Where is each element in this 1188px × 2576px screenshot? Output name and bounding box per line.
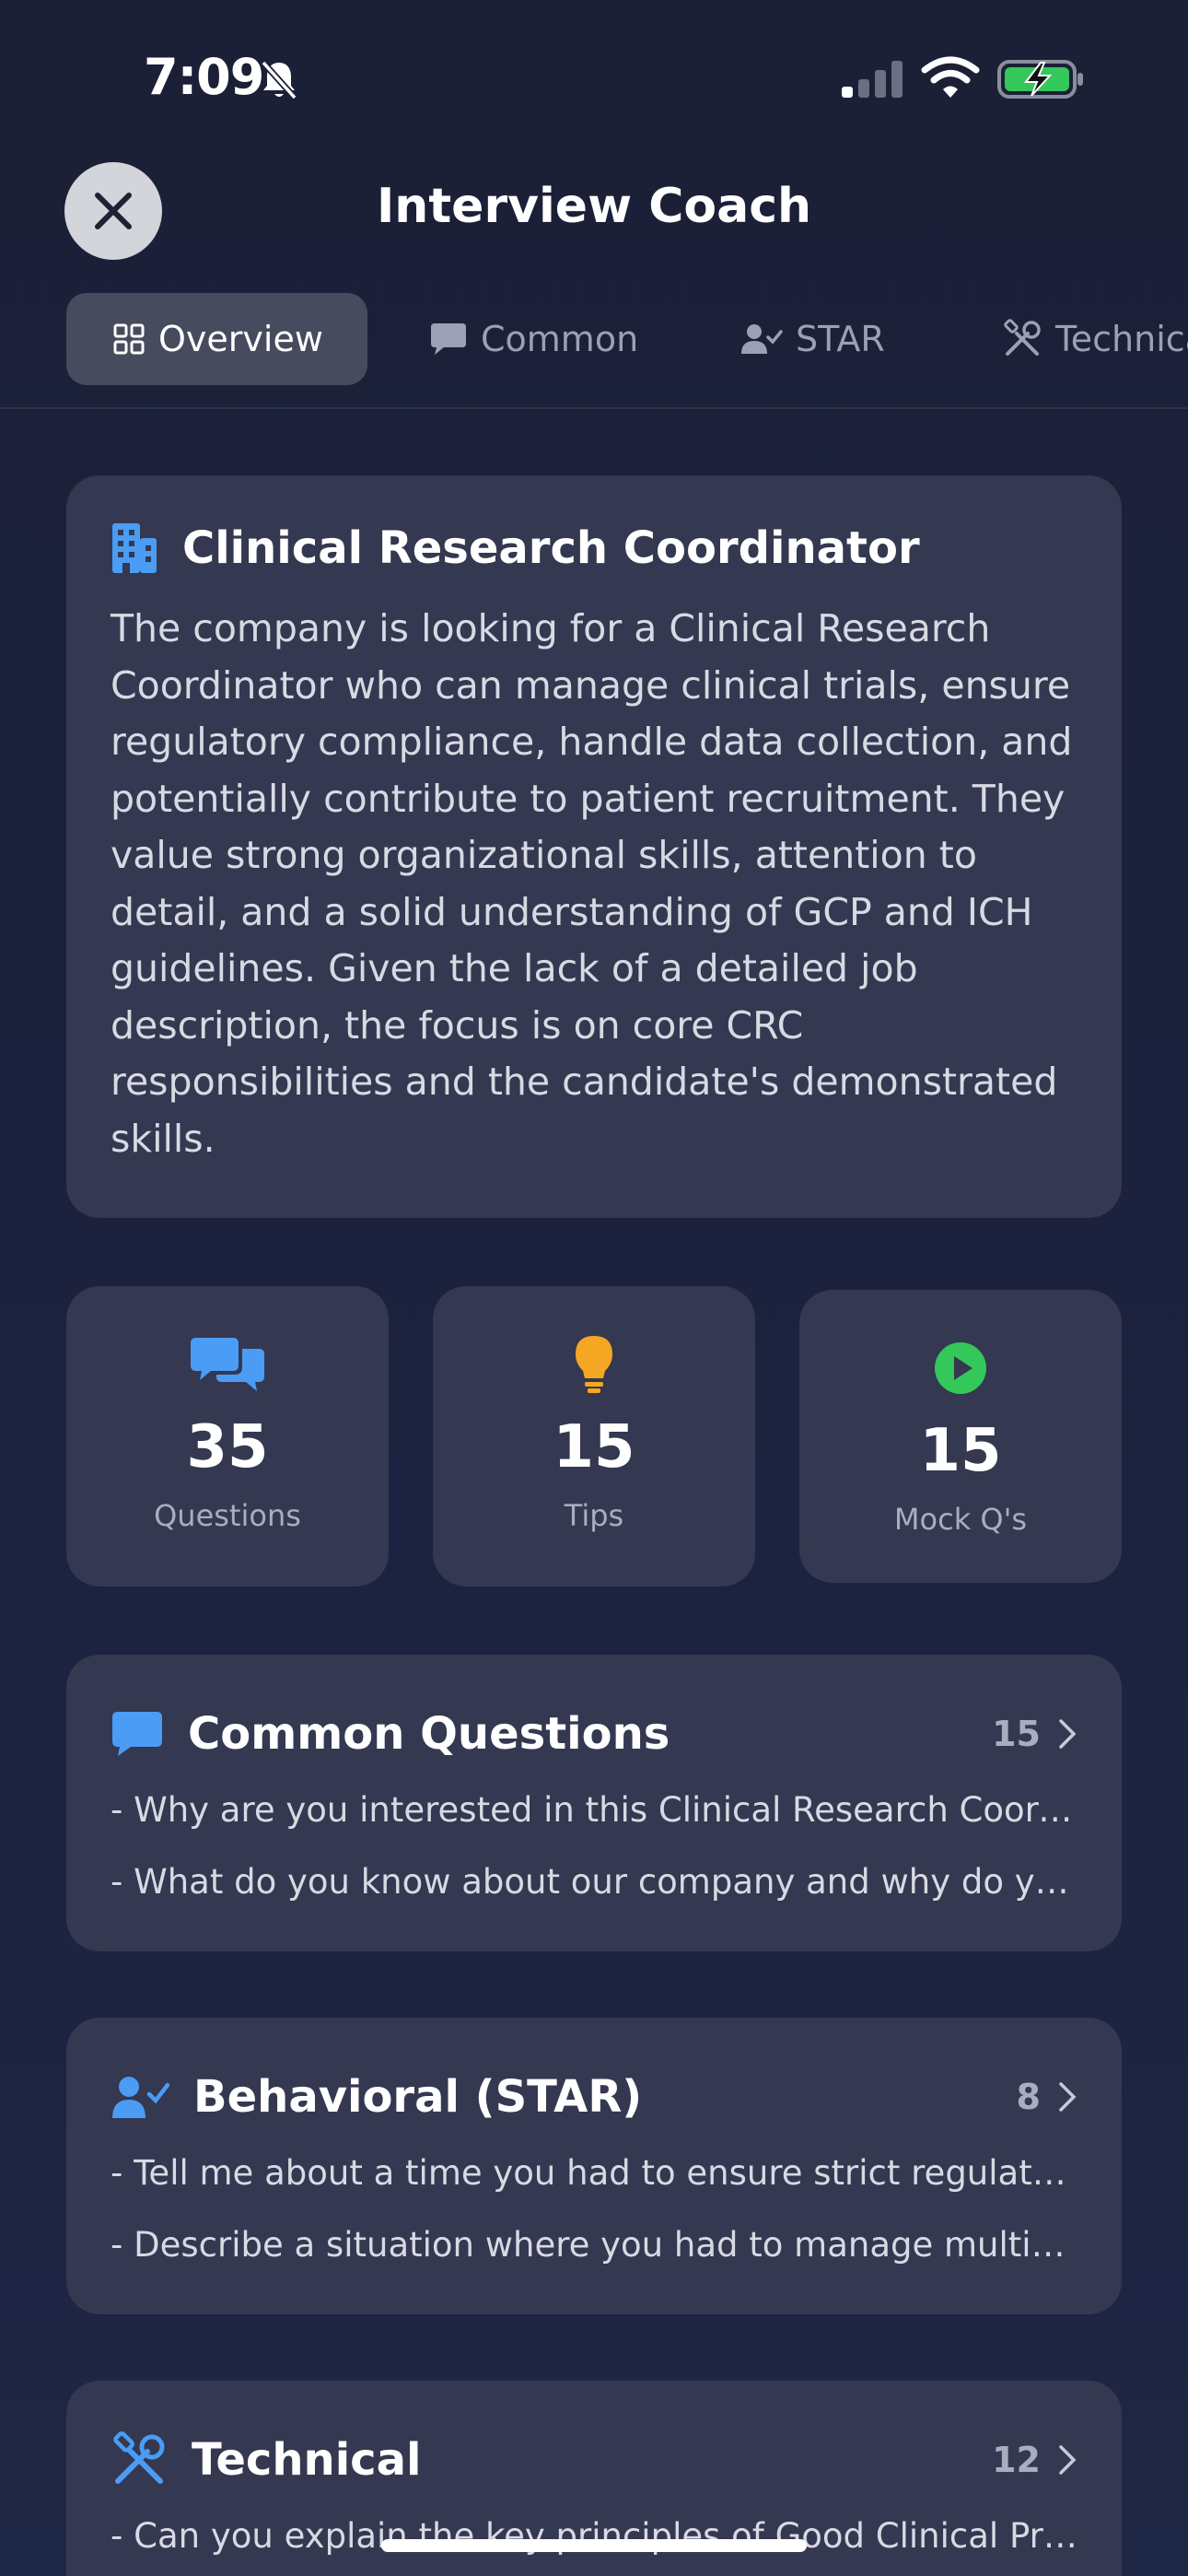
stat-value: 35 [186,1413,269,1481]
tab-label: STAR [796,319,885,359]
tools-icon [113,2431,165,2484]
bell-muted-icon [261,60,297,100]
person-check-icon [112,2077,169,2118]
job-title: Clinical Research Coordinator [182,522,920,574]
tab-technical[interactable]: Technical [1002,293,1188,385]
stat-value: 15 [919,1417,1002,1485]
person-check-icon [741,324,783,354]
wifi-icon [921,56,980,98]
status-time: 7:09 [144,48,264,106]
section-behavioral-star[interactable]: Behavioral (STAR) 8 - Tell me about a ti… [66,2018,1122,2314]
page-title: Interview Coach [376,179,812,234]
stat-label: Mock Q's [893,1502,1028,1537]
interview-coach-screen: 7:09 Interview Coach Overview Common STA… [0,0,1188,2576]
chat-bubbles-icon [191,1338,264,1391]
list-item: - What do you know about our company and… [111,1862,1077,1902]
play-circle-icon [935,1342,986,1394]
home-indicator[interactable] [381,2539,807,2552]
section-count: 15 [992,1714,1041,1754]
cellular-signal-icon [842,61,903,98]
grid-icon [113,323,145,355]
tab-label: Technical [1055,319,1188,359]
section-count: 12 [992,2440,1041,2480]
section-title: Common Questions [188,1708,670,1760]
section-title: Technical [192,2434,422,2486]
chevron-right-icon [1059,2445,1077,2475]
section-common-questions[interactable]: Common Questions 15 - Why are you intere… [66,1655,1122,1951]
section-title: Behavioral (STAR) [193,2071,643,2123]
chat-bubble-icon [431,323,466,355]
battery-charging-icon [997,60,1083,99]
job-description: The company is looking for a Clinical Re… [111,606,1073,1161]
list-item: - Can you explain the key principles of … [111,2516,1077,2556]
status-bar: 7:09 [0,0,1188,157]
job-summary-card: Clinical Research Coordinator The compan… [66,475,1122,1218]
tab-overview[interactable]: Overview [66,293,367,385]
tab-star[interactable]: STAR [740,293,885,385]
tab-bar: Overview Common STAR Technical [0,293,1188,409]
tab-label: Common [481,319,639,359]
stat-value: 15 [553,1413,635,1481]
list-item: - Tell me about a time you had to ensure… [111,2153,1077,2193]
stat-mock-questions: 15 Mock Q's [799,1290,1122,1583]
chat-bubble-icon [112,1712,162,1756]
stat-tips: 15 Tips [433,1286,755,1587]
tab-label: Overview [158,319,323,359]
tabs-divider [0,407,1188,409]
stat-questions: 35 Questions [66,1286,389,1587]
stat-label: Tips [564,1498,624,1533]
list-item: - Why are you interested in this Clinica… [111,1790,1077,1830]
tab-common[interactable]: Common [429,293,638,385]
tools-icon [1004,319,1041,356]
list-item: - Describe a situation where you had to … [111,2225,1077,2265]
building-icon [112,523,157,573]
lightbulb-icon [576,1336,612,1393]
stat-label: Questions [154,1498,301,1533]
chevron-right-icon [1059,1719,1077,1749]
section-count: 8 [1016,2077,1041,2117]
chevron-right-icon [1059,2082,1077,2112]
